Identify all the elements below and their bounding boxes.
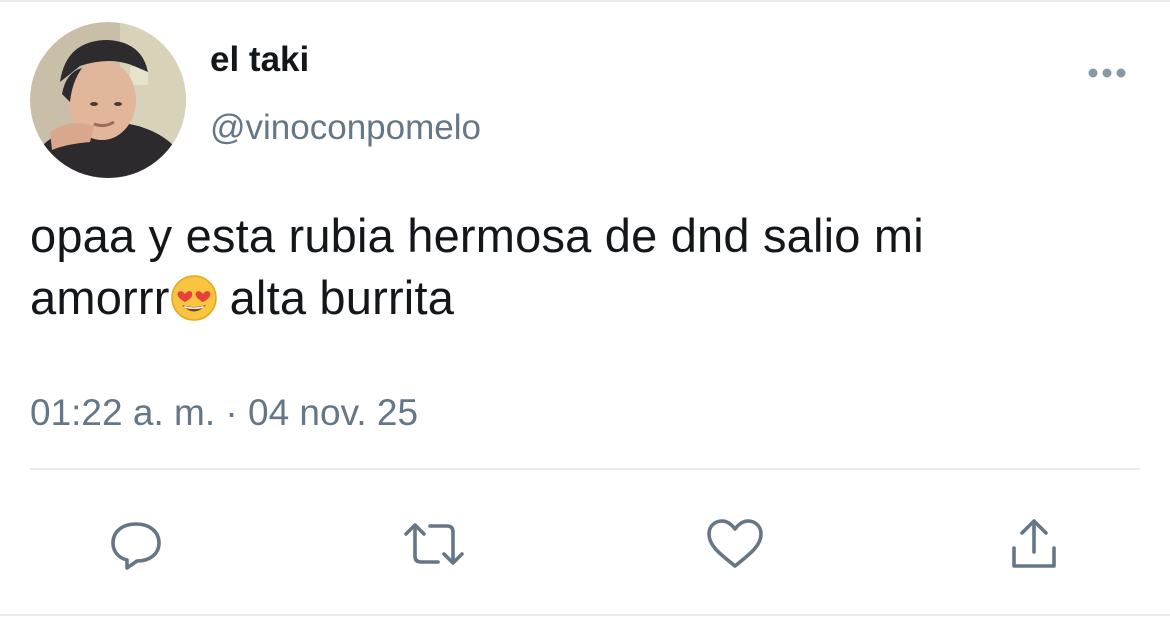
reply-icon <box>111 522 161 570</box>
bottom-divider <box>0 614 1170 616</box>
retweet-button[interactable] <box>402 512 466 576</box>
share-button[interactable] <box>1002 512 1066 576</box>
heart-eyes-emoji-icon <box>170 274 218 322</box>
tweet-text-part: alta burrita <box>229 271 455 324</box>
avatar[interactable] <box>30 22 186 178</box>
action-divider <box>30 468 1140 470</box>
tweet-text-part: amorrr <box>30 271 170 324</box>
display-name[interactable]: el taki <box>210 38 309 82</box>
tweet-text-line-2: amorrr alta burrita <box>30 267 1130 329</box>
top-divider <box>0 0 1170 2</box>
share-icon <box>1012 519 1056 568</box>
retweet-icon <box>404 523 464 565</box>
more-options-button[interactable] <box>1080 56 1134 90</box>
tweet-time: 01:22 a. m. <box>30 392 216 433</box>
like-icon <box>707 519 763 568</box>
reply-button[interactable] <box>104 512 168 576</box>
more-icon <box>1088 68 1126 78</box>
meta-separator: · <box>225 392 238 433</box>
tweet-text-line-1: opaa y esta rubia hermosa de dnd salio m… <box>30 209 924 262</box>
tweet-timestamp[interactable]: 01:22 a. m. · 04 nov. 25 <box>30 390 418 436</box>
tweet-text: opaa y esta rubia hermosa de dnd salio m… <box>30 205 1130 329</box>
user-handle[interactable]: @vinoconpomelo <box>210 106 481 150</box>
like-button[interactable] <box>703 512 767 576</box>
tweet-date: 04 nov. 25 <box>248 392 419 433</box>
